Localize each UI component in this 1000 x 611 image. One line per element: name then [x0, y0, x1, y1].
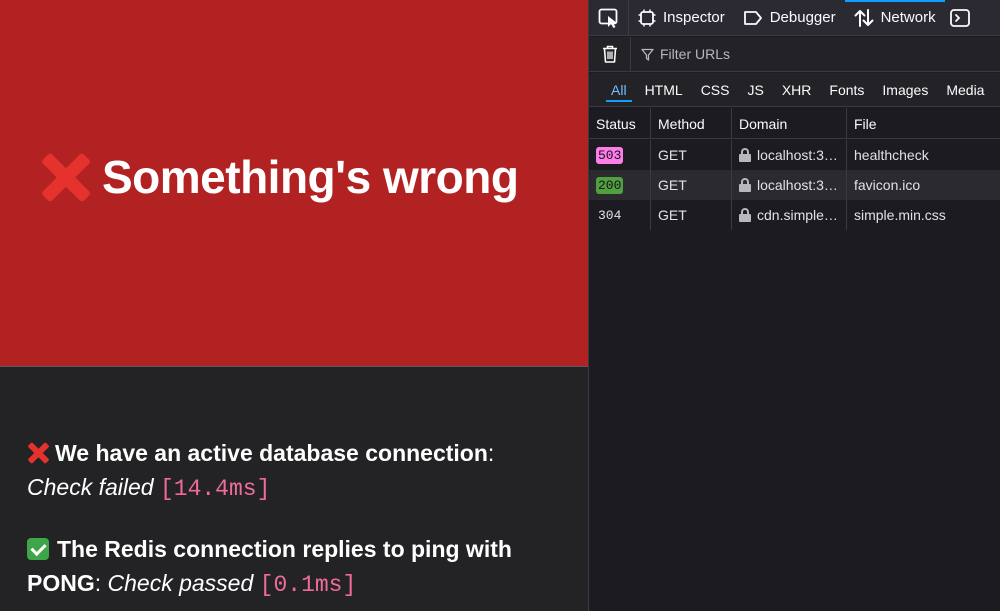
check-label-tail: PONG: [27, 570, 95, 596]
check-status: Check passed: [107, 570, 254, 596]
filter-urls-input[interactable]: Filter URLs: [631, 46, 730, 62]
filter-icon: [641, 48, 654, 61]
type-filter-js[interactable]: JS: [738, 73, 772, 106]
method-cell: GET: [651, 140, 732, 170]
tab-label: Network: [880, 9, 936, 26]
check-label: We have an active database connection: [55, 440, 488, 466]
type-filter-all[interactable]: All: [602, 73, 636, 106]
domain-cell: localhost:3…: [732, 170, 847, 200]
type-filter-images[interactable]: Images: [873, 73, 937, 106]
tab-debugger[interactable]: Debugger: [734, 0, 845, 36]
hero-heading: Something's wrong: [40, 150, 519, 204]
hero-title-text: Something's wrong: [102, 151, 519, 203]
method-cell: GET: [651, 170, 732, 200]
devtools-tab-bar: Inspector Debugger Network: [589, 0, 1000, 36]
type-filter-css[interactable]: CSS: [692, 73, 739, 106]
error-hero-banner: Something's wrong: [0, 0, 588, 367]
domain-text: localhost:3…: [757, 177, 838, 193]
domain-cell: localhost:3…: [732, 140, 847, 170]
element-picker-button[interactable]: [589, 0, 629, 36]
type-filter-fonts[interactable]: Fonts: [820, 73, 873, 106]
method-cell: GET: [651, 200, 732, 230]
lock-icon: [739, 178, 751, 192]
lock-icon: [739, 208, 751, 222]
check-label: The Redis connection replies to ping wit…: [57, 536, 512, 562]
check-mark-icon: [27, 538, 49, 560]
devtools-panel: Inspector Debugger Network Filter URLs A…: [588, 0, 1000, 611]
network-icon: [854, 8, 874, 27]
check-colon: :: [487, 440, 495, 466]
column-header-file[interactable]: File: [847, 108, 1000, 139]
column-header-method[interactable]: Method: [651, 108, 732, 139]
tab-inspector[interactable]: Inspector: [629, 0, 734, 36]
health-check-list: We have an active database connection: C…: [27, 436, 567, 611]
requests-table-body: 503 GET localhost:3… healthcheck 200 GET…: [589, 140, 1000, 230]
status-cell: 304: [589, 200, 651, 230]
filter-placeholder: Filter URLs: [660, 46, 731, 62]
table-row[interactable]: 304 GET cdn.simple… simple.min.css: [589, 200, 1000, 230]
table-row[interactable]: 200 GET localhost:3… favicon.ico: [589, 170, 1000, 200]
request-type-filter-bar: All HTML CSS JS XHR Fonts Images Media W: [589, 73, 1000, 107]
health-check-item: We have an active database connection: C…: [27, 436, 567, 506]
debugger-icon: [743, 10, 762, 25]
type-filter-media[interactable]: Media: [937, 73, 993, 106]
type-filter-xhr[interactable]: XHR: [773, 73, 821, 106]
clear-requests-button[interactable]: [589, 36, 631, 72]
status-cell: 503: [589, 140, 651, 170]
empty-table-area: [589, 230, 1000, 611]
status-cell: 200: [589, 170, 651, 200]
type-filter-html[interactable]: HTML: [636, 73, 692, 106]
lock-icon: [739, 148, 751, 162]
check-timing: [0.1ms]: [259, 572, 357, 598]
table-row[interactable]: 503 GET localhost:3… healthcheck: [589, 140, 1000, 170]
column-header-status[interactable]: Status: [589, 108, 651, 139]
check-status: Check failed: [27, 474, 154, 500]
file-cell: healthcheck: [854, 147, 929, 163]
status-badge: 304: [598, 207, 622, 223]
cross-mark-icon: [27, 442, 49, 464]
domain-cell: cdn.simple…: [732, 200, 847, 230]
tab-label: Debugger: [769, 9, 836, 26]
tab-label: Inspector: [663, 9, 725, 26]
check-timing: [14.4ms]: [159, 476, 271, 502]
cross-mark-icon: [40, 151, 92, 203]
health-check-item: The Redis connection replies to ping wit…: [27, 532, 567, 602]
status-badge: 503: [596, 146, 624, 164]
domain-text: cdn.simple…: [757, 207, 838, 223]
file-cell: simple.min.css: [854, 207, 946, 223]
requests-table-header: Status Method Domain File: [589, 108, 1000, 139]
file-cell: favicon.ico: [854, 177, 921, 193]
tab-network[interactable]: Network: [844, 0, 945, 36]
check-colon: :: [94, 570, 102, 596]
domain-text: localhost:3…: [757, 147, 838, 163]
trash-icon: [602, 45, 617, 63]
column-header-domain[interactable]: Domain: [732, 108, 847, 139]
console-tab-button[interactable]: [945, 0, 975, 36]
console-icon: [949, 8, 970, 27]
element-picker-icon: [598, 8, 617, 28]
type-filter-ws[interactable]: W: [993, 73, 1000, 106]
network-toolbar: Filter URLs: [589, 36, 1000, 72]
status-badge: 200: [596, 176, 624, 194]
inspector-icon: [638, 9, 656, 26]
web-page: Something's wrong We have an active data…: [0, 0, 588, 611]
